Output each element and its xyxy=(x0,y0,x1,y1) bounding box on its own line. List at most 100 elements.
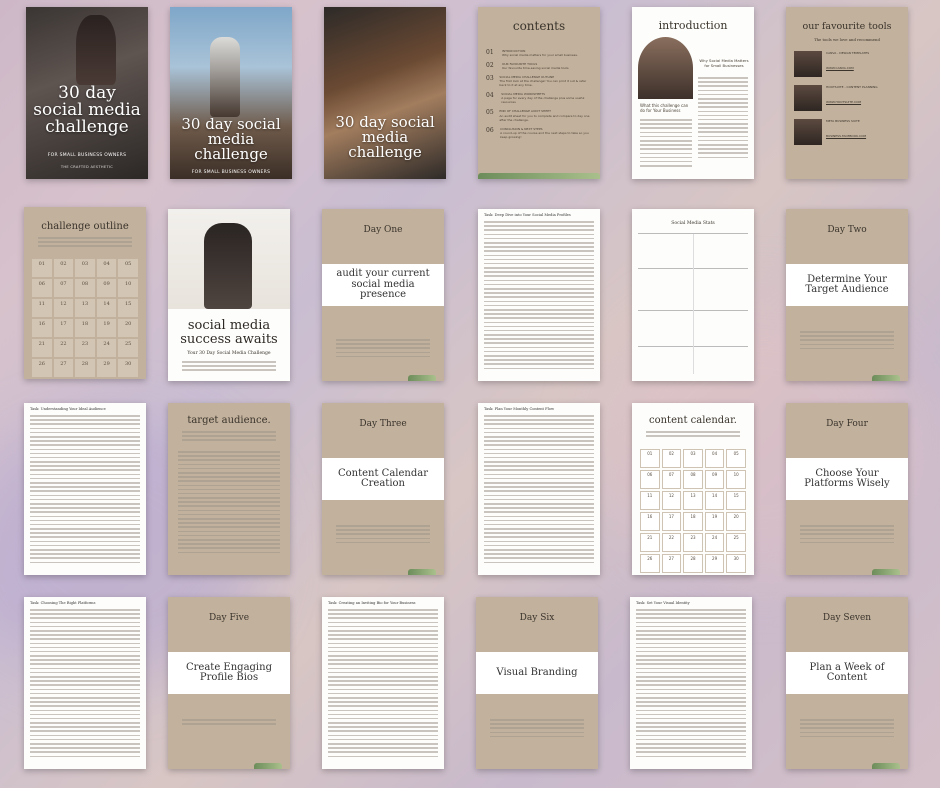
target-intro-text xyxy=(182,431,276,444)
contents-item-description: An audit sheet for you to complete and c… xyxy=(499,113,590,122)
target-title: target audience. xyxy=(187,415,271,426)
outline-day-cell: 24 xyxy=(96,339,117,357)
day-label: Day Three xyxy=(359,419,407,429)
tool-item: META BUSINESS SUITE BUSINESS.FACEBOOK.COM xyxy=(794,119,902,145)
stats-title: Social Media Stats xyxy=(671,221,715,226)
calendar-day-cell: 03 xyxy=(683,449,703,468)
contents-item-description: A page for every day of the challenge pl… xyxy=(501,96,585,105)
contents-item: 04 SOCIAL MEDIA WORKSHEETS A page for ever… xyxy=(486,92,594,104)
content-calendar-page: content calendar. 01 02 03 04 05 06 07 08 09 10 11… xyxy=(632,403,754,575)
day-body-text xyxy=(800,719,894,740)
calendar-grid: 01 02 03 04 05 06 07 08 09 10 11 12 13 14 15 16 17 18 19 20… xyxy=(640,449,746,573)
task-title: Task: Understanding Your Ideal Audience xyxy=(30,407,106,411)
leaf-decoration xyxy=(408,569,436,575)
outline-day-cell: 09 xyxy=(96,279,117,297)
contents-item-number: 02 xyxy=(486,62,494,70)
outline-day-cell: 22 xyxy=(53,339,74,357)
calendar-day-cell: 11 xyxy=(640,491,660,510)
contents-item-number: 06 xyxy=(486,126,494,134)
day-seven-page: Day Seven Plan a Week of Content xyxy=(786,597,908,769)
outline-day-cell: 19 xyxy=(96,319,117,337)
tool-link[interactable]: WWW.CANVA.COM xyxy=(826,66,869,71)
success-page: social media success awaits Your 30 Day … xyxy=(168,209,290,381)
tool-name: HOOTSUITE - CONTENT PLANNING xyxy=(826,85,878,89)
task-title: Task: Set Your Visual Identity xyxy=(636,601,690,605)
stats-page: Social Media Stats xyxy=(632,209,754,381)
success-subtitle: Your 30 Day Social Media Challenge xyxy=(187,351,271,356)
stats-table xyxy=(638,233,748,374)
tools-page: our favourite tools The tools we love an… xyxy=(786,7,908,179)
outline-day-cell: 26 xyxy=(32,359,52,377)
cover-subtitle: FOR SMALL BUSINESS OWNERS xyxy=(47,153,127,158)
tool-name: CANVA - DESIGN TEMPLATES xyxy=(826,51,870,55)
woman-photo xyxy=(638,37,693,99)
calendar-day-cell: 23 xyxy=(683,533,703,552)
tool-photo xyxy=(794,85,822,111)
contents-title: contents xyxy=(512,19,566,33)
task-body-text xyxy=(484,415,594,566)
tool-link[interactable]: BUSINESS.FACEBOOK.COM xyxy=(826,134,866,139)
cover-title: 30 day social media challenge xyxy=(335,113,435,161)
outline-day-cell: 01 xyxy=(32,259,52,277)
calendar-day-cell: 06 xyxy=(640,470,660,489)
outline-day-cell: 07 xyxy=(53,279,74,297)
cover-title: 30 day social media challenge xyxy=(33,83,141,137)
calendar-day-cell: 01 xyxy=(640,449,660,468)
leaf-decoration xyxy=(872,569,900,575)
day-body-text xyxy=(800,331,894,352)
calendar-day-cell: 04 xyxy=(704,449,725,468)
contents-item: 06 CONCLUSION & NEXT STEPS A round-up of t… xyxy=(486,127,594,139)
contents-item-text: INTRODUCTION Why social media matters for… xyxy=(502,49,578,57)
contents-item-number: 01 xyxy=(486,49,494,56)
cover-title: 30 day social media challenge xyxy=(181,115,281,163)
outline-day-cell: 18 xyxy=(75,319,95,337)
day-six-page: Day Six Visual Branding xyxy=(476,597,598,769)
task-title: Task: Plan Your Monthly Content Flow xyxy=(484,407,555,411)
contents-item: 05 END OF CHALLENGE AUDIT SHEET An audit s… xyxy=(486,109,594,121)
calendar-day-cell: 13 xyxy=(683,491,703,510)
task-page-2: Task: Understanding Your Ideal Audience xyxy=(24,403,146,575)
task-body-text xyxy=(30,415,140,566)
woman-photo xyxy=(76,15,116,85)
leaf-decoration xyxy=(872,763,900,769)
calendar-day-cell: 16 xyxy=(640,512,660,531)
tool-link[interactable]: WWW.HOOTSUITE.COM xyxy=(826,100,878,105)
task-body-text xyxy=(636,609,746,760)
success-body-text xyxy=(182,361,276,374)
day-body-text xyxy=(336,339,430,360)
task-title: Task: Deep Dive into Your Social Media P… xyxy=(484,213,571,217)
contents-item-number: 04 xyxy=(486,92,494,100)
outline-day-cell: 30 xyxy=(118,359,138,377)
outline-day-cell: 11 xyxy=(32,299,52,317)
leaf-decoration xyxy=(408,375,436,381)
leaf-decoration xyxy=(254,763,282,769)
day-title: audit your current social media presence xyxy=(322,264,444,306)
leaf-decoration xyxy=(872,375,900,381)
tool-text: CANVA - DESIGN TEMPLATES WWW.CANVA.COM xyxy=(826,51,869,70)
calendar-day-cell: 12 xyxy=(661,491,682,510)
day-four-page: Day Four Choose Your Platforms Wisely xyxy=(786,403,908,575)
calendar-day-cell: 21 xyxy=(640,533,660,552)
task-page-5: Task: Creating an Inviting Bio for Your … xyxy=(322,597,444,769)
day-label: Day Six xyxy=(519,613,555,623)
outline-day-cell: 21 xyxy=(32,339,52,357)
day-title: Content Calendar Creation xyxy=(322,458,444,500)
contents-item-text: END OF CHALLENGE AUDIT SHEET An audit she… xyxy=(499,109,594,121)
outline-day-cell: 29 xyxy=(96,359,117,377)
tools-list: CANVA - DESIGN TEMPLATES WWW.CANVA.COM HOO… xyxy=(794,51,902,153)
calendar-day-cell: 10 xyxy=(726,470,746,489)
woman-photo xyxy=(210,37,240,117)
contents-item: 03 SOCIAL MEDIA CHALLENGE OUTLINE The firs… xyxy=(486,75,594,87)
task-title: Task: Creating an Inviting Bio for Your … xyxy=(328,601,416,605)
target-audience-page: target audience. xyxy=(168,403,290,575)
outline-day-cell: 06 xyxy=(32,279,52,297)
calendar-day-cell: 29 xyxy=(704,554,725,573)
outline-day-cell: 08 xyxy=(75,279,95,297)
calendar-day-cell: 09 xyxy=(704,470,725,489)
task-body-text xyxy=(328,609,438,760)
challenge-outline-page: challenge outline 01 02 03 04 05 06 07 08 09 10 11… xyxy=(24,207,146,379)
day-label: Day One xyxy=(363,225,403,235)
introduction-body-text xyxy=(698,77,748,161)
day-title: Create Engaging Profile Bios xyxy=(168,652,290,694)
day-title: Determine Your Target Audience xyxy=(786,264,908,306)
